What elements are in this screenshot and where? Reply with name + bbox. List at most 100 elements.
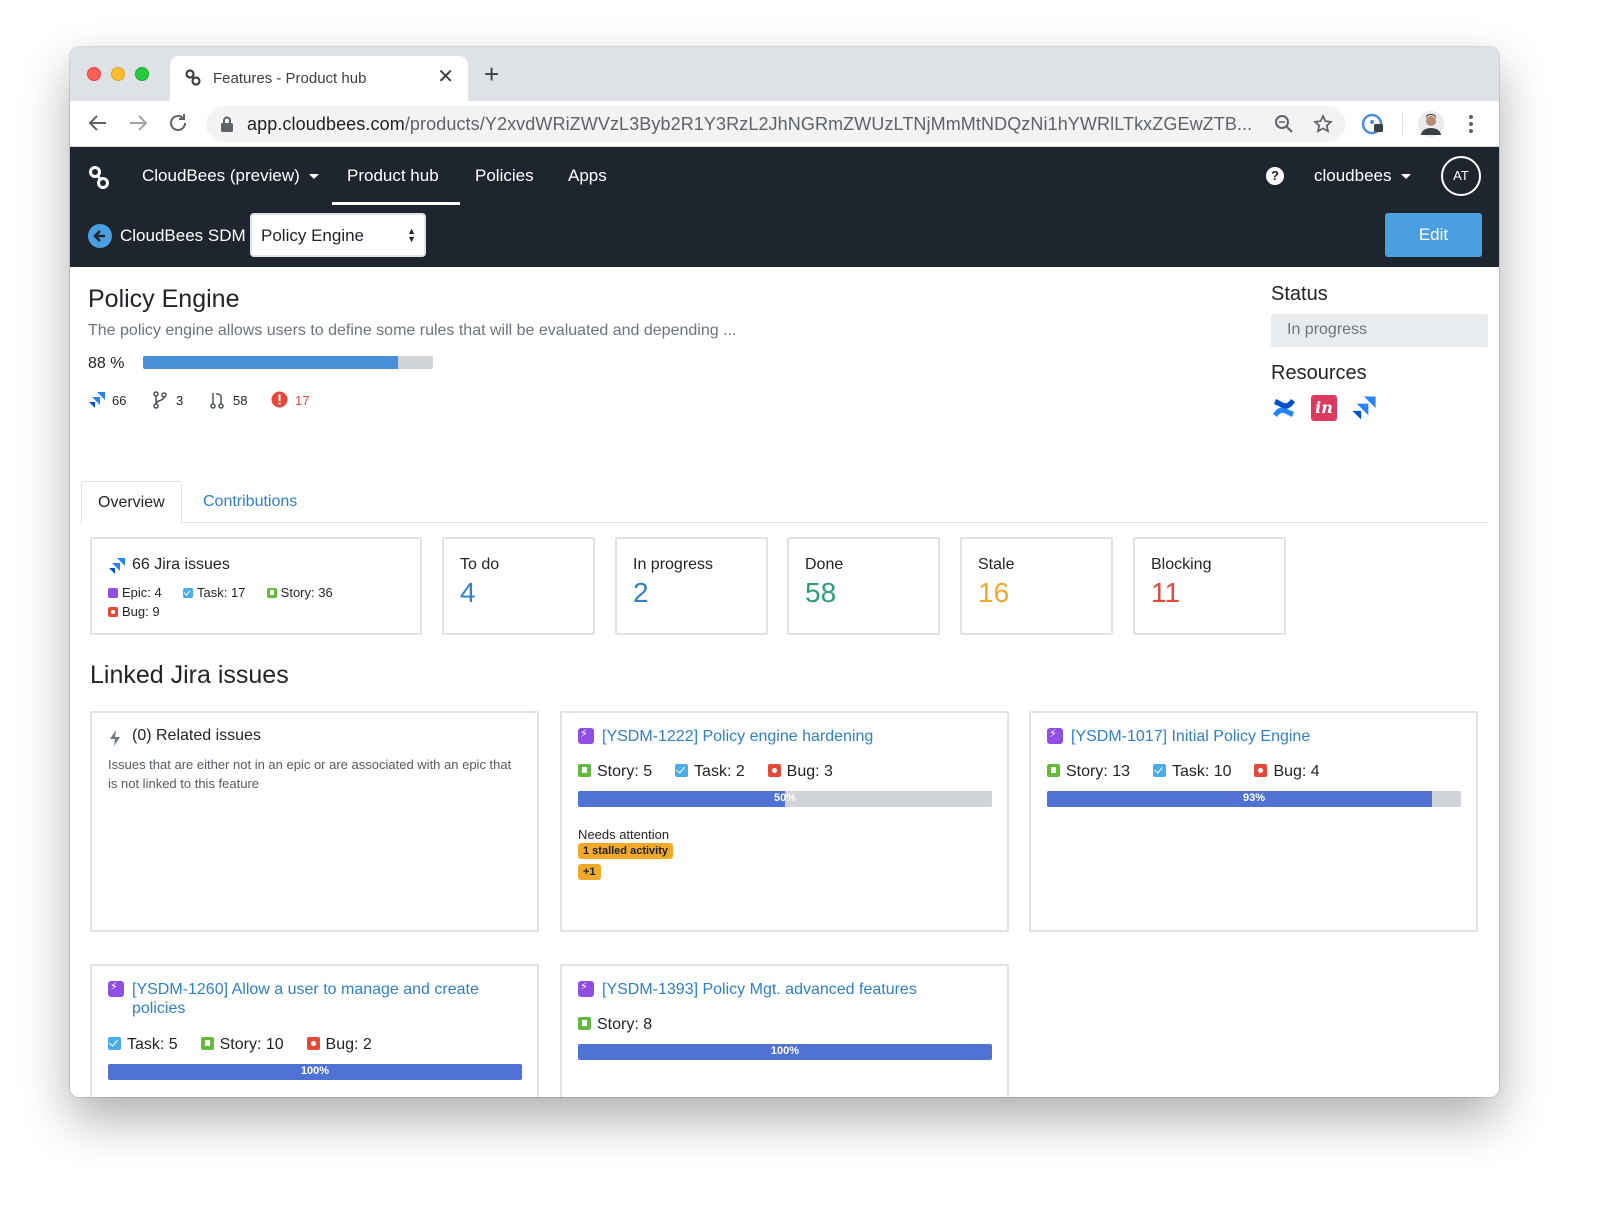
- tab-contributions[interactable]: Contributions: [187, 481, 313, 523]
- maximize-window-button[interactable]: [135, 67, 149, 81]
- cloudbees-logo-icon[interactable]: [87, 165, 113, 191]
- nav-item-apps[interactable]: Apps: [568, 166, 607, 186]
- summary-task: Task: 17: [197, 585, 246, 600]
- count-label: Done: [805, 556, 844, 573]
- task-icon: [675, 764, 689, 777]
- tab-close-icon[interactable]: ✕: [437, 66, 454, 88]
- summary-title: 66 Jira issues: [132, 556, 230, 573]
- browser-toolbar: app.cloudbees.com/products/Y2xvdWRiZWVzL…: [70, 101, 1499, 147]
- feature-select[interactable]: Policy Engine ▲ ▼: [250, 213, 426, 257]
- summary-epic: Epic: 4: [122, 585, 162, 600]
- password-manager-icon[interactable]: [1360, 111, 1386, 137]
- epic-progress-label: 50%: [773, 792, 797, 804]
- user-avatar[interactable]: AT: [1441, 156, 1481, 196]
- count-story: Story: 8: [597, 1016, 653, 1033]
- epic-title-link[interactable]: [YSDM-1393] Policy Mgt. advanced feature…: [602, 980, 917, 999]
- close-window-button[interactable]: [87, 67, 101, 81]
- summary-story: Story: 36: [280, 585, 333, 600]
- count-value: 58: [805, 577, 837, 608]
- epic-icon: [578, 727, 594, 744]
- address-bar[interactable]: app.cloudbees.com/products/Y2xvdWRiZWVzL…: [206, 106, 1346, 142]
- count-label: In progress: [633, 556, 714, 573]
- count-card-in-progress[interactable]: In progress 2: [615, 537, 768, 635]
- count-card-done[interactable]: Done 58: [787, 537, 940, 635]
- epic-progress-label: 100%: [300, 1065, 330, 1077]
- needs-attention-label: Needs attention: [578, 827, 670, 842]
- feature-progress-bar: [143, 356, 433, 369]
- epic-card: [YSDM-1222] Policy engine hardening Stor…: [560, 711, 1009, 932]
- url-text: app.cloudbees.com/products/Y2xvdWRiZWVzL…: [247, 114, 1252, 135]
- epic-issue-counts: Story: 13 Task: 10 Bug: 4: [1047, 763, 1320, 781]
- confluence-icon[interactable]: [1271, 395, 1297, 421]
- count-label: Stale: [978, 556, 1015, 573]
- count-value: 11: [1151, 577, 1181, 608]
- epic-progress-label: 93%: [1242, 792, 1266, 804]
- count-bug: Bug: 4: [1273, 763, 1320, 780]
- jira-icon: [109, 558, 125, 574]
- count-value: 2: [633, 577, 649, 608]
- jira-summary-card: 66 Jira issues Epic: 4 Task: 17 Story: 3…: [90, 537, 422, 635]
- story-icon: [578, 764, 591, 777]
- nav-item-policies[interactable]: Policies: [475, 166, 534, 186]
- stat-jira-value: 66: [112, 393, 127, 408]
- epic-title-link[interactable]: [YSDM-1017] Initial Policy Engine: [1071, 727, 1310, 746]
- count-label: Blocking: [1151, 556, 1212, 573]
- back-circle-icon[interactable]: [88, 224, 112, 248]
- epic-card: [YSDM-1017] Initial Policy Engine Story:…: [1029, 711, 1478, 932]
- related-issues-card: (0) Related issues Issues that are eithe…: [90, 711, 539, 932]
- stalled-activity-badge[interactable]: 1 stalled activity: [578, 843, 673, 859]
- bug-icon: [306, 1037, 320, 1050]
- epic-card: [YSDM-1260] Allow a user to manage and c…: [90, 964, 539, 1097]
- epic-title-link[interactable]: [YSDM-1260] Allow a user to manage and c…: [108, 980, 508, 1018]
- bug-icon: [767, 764, 781, 777]
- linked-issues-heading: Linked Jira issues: [90, 661, 289, 689]
- more-badge[interactable]: +1: [578, 864, 601, 880]
- bookmark-star-icon[interactable]: [1313, 114, 1333, 134]
- main-content: Policy Engine The policy engine allows u…: [70, 267, 1499, 1097]
- epic-progress-bar: 50%: [578, 791, 992, 807]
- epic-title-link[interactable]: [YSDM-1222] Policy engine hardening: [602, 727, 873, 746]
- new-tab-button[interactable]: +: [484, 61, 499, 87]
- story-icon: [266, 588, 277, 598]
- page-title: Policy Engine: [88, 285, 240, 313]
- tab-overview[interactable]: Overview: [81, 481, 182, 523]
- tab-strip: Features - Product hub ✕ +: [70, 47, 1499, 101]
- resources-heading: Resources: [1271, 362, 1367, 384]
- story-icon: [200, 1037, 214, 1050]
- profile-avatar-icon[interactable]: [1418, 111, 1444, 137]
- epic-icon: [108, 588, 118, 598]
- back-arrow-icon[interactable]: [86, 111, 110, 135]
- edit-button[interactable]: Edit: [1385, 213, 1482, 257]
- stat-alerts-value: 17: [295, 393, 310, 408]
- count-value: 4: [460, 577, 476, 608]
- account-name: cloudbees: [1314, 166, 1392, 185]
- related-issues-description: Issues that are either not in an epic or…: [108, 757, 512, 791]
- stat-branches-value: 3: [176, 393, 184, 408]
- invision-icon[interactable]: in: [1311, 395, 1337, 421]
- product-subnav: CloudBees SDM Policy Engine ▲ ▼ Edit: [70, 206, 1499, 267]
- browser-menu-icon[interactable]: [1458, 111, 1484, 137]
- nav-item-product-hub[interactable]: Product hub: [347, 166, 439, 186]
- epic-progress-bar: 100%: [578, 1044, 992, 1060]
- progress-label: 88 %: [88, 355, 125, 372]
- org-switcher[interactable]: CloudBees (preview): [142, 166, 319, 186]
- related-issues-title: (0) Related issues: [132, 727, 261, 744]
- count-card-stale[interactable]: Stale 16: [960, 537, 1113, 635]
- account-menu[interactable]: cloudbees: [1314, 166, 1411, 186]
- lightning-icon: [110, 730, 120, 746]
- count-card-todo[interactable]: To do 4: [442, 537, 595, 635]
- cloudbees-favicon-icon: [185, 69, 201, 86]
- count-card-blocking[interactable]: Blocking 11: [1133, 537, 1286, 635]
- minimize-window-button[interactable]: [111, 67, 125, 81]
- jira-icon[interactable]: [1351, 395, 1377, 421]
- status-field: In progress: [1271, 314, 1488, 347]
- browser-tab[interactable]: Features - Product hub ✕: [170, 56, 468, 101]
- jira-icon: [89, 392, 105, 408]
- story-icon: [1047, 764, 1060, 777]
- browser-window: Features - Product hub ✕ + app.cloudbees…: [70, 47, 1499, 1097]
- epic-progress-bar: 100%: [108, 1064, 522, 1080]
- help-icon[interactable]: ?: [1266, 167, 1284, 185]
- reload-icon[interactable]: [166, 111, 190, 135]
- forward-arrow-icon[interactable]: [126, 111, 150, 135]
- zoom-icon[interactable]: [1274, 114, 1294, 134]
